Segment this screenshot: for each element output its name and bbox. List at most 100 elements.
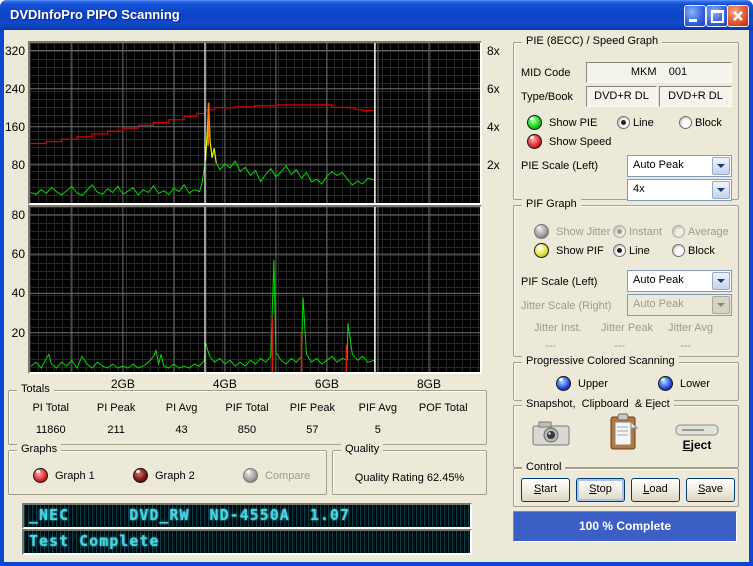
axis-tick-label: 20 bbox=[11, 325, 25, 340]
axis-tick-label: 8GB bbox=[416, 377, 441, 391]
graph1-label: Graph 1 bbox=[55, 470, 95, 482]
totals-col-label: PI Total bbox=[32, 402, 69, 414]
pif-group-title: PIF Graph bbox=[522, 198, 581, 210]
upper-led-button[interactable] bbox=[556, 376, 571, 391]
totals-col-label: PIF Peak bbox=[289, 402, 336, 414]
jitter-scale-dropdown: Auto Peak bbox=[627, 294, 732, 316]
jitter-scale-value: Auto Peak bbox=[633, 298, 684, 310]
show-pie-label: Show PIE bbox=[549, 117, 598, 129]
compare-label: Compare bbox=[265, 470, 311, 482]
pie-block-radio[interactable] bbox=[679, 116, 692, 129]
pif-plot-canvas bbox=[30, 207, 480, 372]
pie-group-title: PIE (8ECC) / Speed Graph bbox=[522, 35, 663, 47]
jitter-instant-label: Instant bbox=[629, 226, 663, 238]
totals-col-value bbox=[411, 424, 476, 436]
jitter-average-label: Average bbox=[688, 226, 729, 238]
graph2-label: Graph 2 bbox=[155, 470, 195, 482]
maximize-button[interactable] bbox=[706, 5, 728, 27]
maximize-icon bbox=[711, 10, 724, 23]
totals-col-label: PI Peak bbox=[96, 402, 136, 414]
minimize-icon bbox=[689, 19, 697, 22]
status-lcd-text: Test Complete bbox=[29, 532, 160, 550]
save-button[interactable]: Save bbox=[686, 478, 735, 502]
totals-header-row: PI Total PI Peak PI Avg PIF Total PIF Pe… bbox=[18, 402, 476, 414]
axis-tick-label: 8x bbox=[487, 43, 500, 58]
graph1-led-button[interactable] bbox=[33, 468, 48, 483]
pie-line-label: Line bbox=[633, 117, 654, 129]
axis-tick-label: 4GB bbox=[212, 377, 237, 391]
lower-led-button[interactable] bbox=[658, 376, 673, 391]
show-speed-led-button[interactable] bbox=[527, 134, 542, 149]
show-speed-label: Show Speed bbox=[549, 136, 612, 148]
clipboard-copy-icon[interactable] bbox=[608, 412, 640, 452]
jitter-avg-value: --- bbox=[680, 340, 691, 352]
chevron-down-icon bbox=[717, 303, 725, 311]
scan-progress-bar: 100 % Complete bbox=[513, 511, 737, 542]
show-pif-led-button[interactable] bbox=[534, 243, 549, 258]
start-button[interactable]: Start bbox=[521, 478, 570, 502]
totals-col-value: 57 bbox=[306, 424, 319, 436]
quality-group: Quality Quality Rating 62.45% bbox=[332, 443, 487, 495]
pif-scale-dropdown[interactable]: Auto Peak bbox=[627, 270, 732, 292]
jitter-avg-label: Jitter Avg bbox=[668, 322, 714, 334]
axis-tick-label: 60 bbox=[11, 247, 25, 262]
axis-tick-label: 40 bbox=[11, 286, 25, 301]
close-icon bbox=[733, 11, 743, 21]
camera-snapshot-icon[interactable] bbox=[531, 419, 571, 447]
pif-scale-value: Auto Peak bbox=[633, 274, 684, 286]
jitter-peak-value: --- bbox=[614, 340, 625, 352]
jitter-scale-label: Jitter Scale (Right) bbox=[521, 300, 612, 312]
lower-label: Lower bbox=[680, 378, 710, 390]
minimize-button[interactable] bbox=[684, 5, 706, 27]
pie-scale-dropdown[interactable]: Auto Peak bbox=[627, 155, 732, 177]
eject-drive-icon[interactable] bbox=[674, 421, 720, 437]
progressive-group-title: Progressive Colored Scanning bbox=[522, 355, 679, 367]
pif-plot bbox=[28, 205, 482, 374]
type-field: DVD+R DL bbox=[586, 86, 657, 107]
show-jitter-label: Show Jitter bbox=[556, 226, 611, 238]
drive-lcd-display: _NEC DVD_RW ND-4550A 1.07 bbox=[22, 503, 472, 529]
pie-block-label: Block bbox=[695, 117, 722, 129]
speed-scale-dropdown-button[interactable] bbox=[712, 181, 730, 199]
totals-col-value: 850 bbox=[237, 424, 257, 436]
pif-scale-dropdown-button[interactable] bbox=[712, 272, 730, 290]
mid-code-label: MID Code bbox=[521, 67, 571, 79]
speed-scale-dropdown[interactable]: 4x bbox=[627, 179, 732, 201]
totals-col-label: PIF Avg bbox=[358, 402, 397, 414]
load-button[interactable]: Load bbox=[631, 478, 680, 502]
quality-group-title: Quality bbox=[341, 443, 384, 455]
compare-led-button bbox=[243, 468, 258, 483]
axis-tick-label: 2GB bbox=[110, 377, 135, 391]
axis-tick-label: 2x bbox=[487, 157, 500, 172]
jitter-average-radio bbox=[672, 225, 685, 238]
pif-scale-label: PIF Scale (Left) bbox=[521, 276, 598, 288]
jitter-peak-label: Jitter Peak bbox=[601, 322, 653, 334]
pif-line-radio[interactable] bbox=[613, 244, 626, 257]
graph2-led-button[interactable] bbox=[133, 468, 148, 483]
type-book-label: Type/Book bbox=[521, 91, 573, 103]
window-title: DVDInfoPro PIPO Scanning bbox=[10, 7, 180, 22]
axis-tick-label: 160 bbox=[4, 119, 25, 134]
pie-scale-label: PIE Scale (Left) bbox=[521, 160, 599, 172]
totals-col-label: PIF Total bbox=[225, 402, 269, 414]
close-button[interactable] bbox=[727, 5, 749, 27]
totals-col-value: 43 bbox=[175, 424, 188, 436]
title-bar[interactable]: DVDInfoPro PIPO Scanning bbox=[0, 0, 753, 30]
show-pif-label: Show PIF bbox=[556, 245, 604, 257]
pie-line-radio[interactable] bbox=[617, 116, 630, 129]
pif-block-radio[interactable] bbox=[672, 244, 685, 257]
totals-col-value: 211 bbox=[107, 424, 125, 436]
jitter-scale-dropdown-button bbox=[712, 296, 730, 314]
totals-col-label: PI Avg bbox=[165, 402, 198, 414]
stop-button[interactable]: Stop bbox=[576, 478, 625, 502]
pie-scale-dropdown-button[interactable] bbox=[712, 157, 730, 175]
eject-button-label[interactable]: Eject bbox=[674, 438, 720, 452]
show-pie-led-button[interactable] bbox=[527, 115, 542, 130]
chevron-down-icon bbox=[717, 164, 725, 172]
chevron-down-icon bbox=[717, 188, 725, 196]
control-group-title: Control bbox=[522, 461, 566, 473]
totals-values-row: 11860 211 43 850 57 5 bbox=[18, 424, 476, 436]
drive-lcd-text: _NEC DVD_RW ND-4550A 1.07 bbox=[29, 506, 350, 524]
totals-col-label: POF Total bbox=[418, 402, 468, 414]
chevron-down-icon bbox=[717, 279, 725, 287]
